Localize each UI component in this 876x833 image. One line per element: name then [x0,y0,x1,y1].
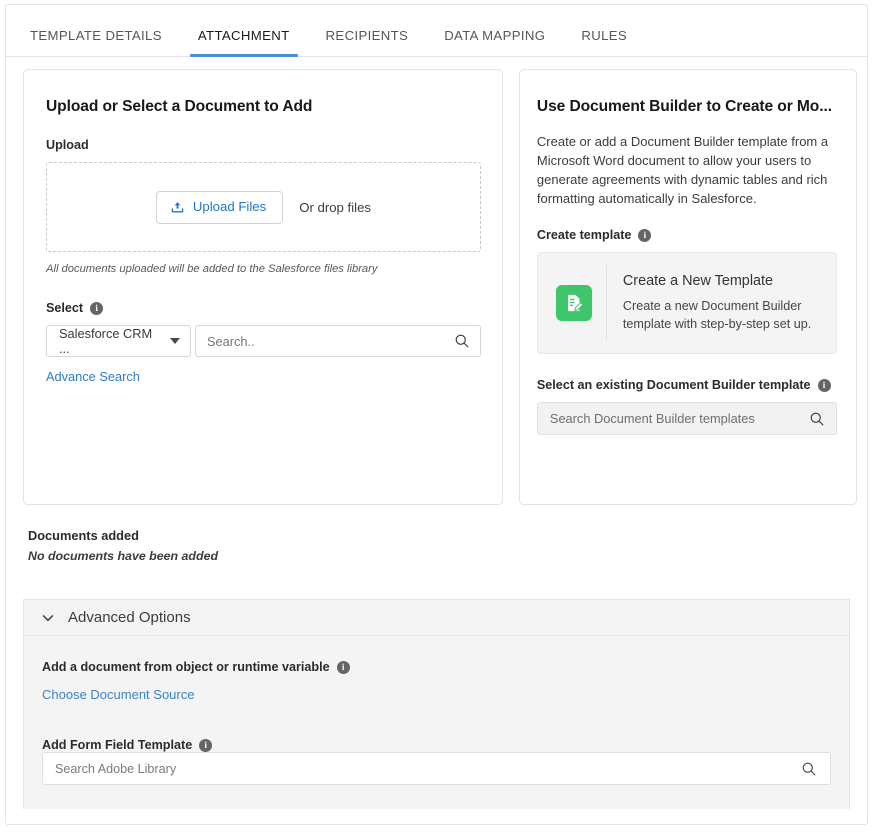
document-search-input[interactable] [207,334,454,349]
choose-document-source-link[interactable]: Choose Document Source [42,687,194,702]
upload-label-row: Upload [46,138,481,152]
tab-bar: TEMPLATE DETAILS ATTACHMENT RECIPIENTS D… [6,5,867,57]
create-template-label: Create template [537,228,632,242]
adobe-library-search-input[interactable] [55,762,801,776]
tile-title: Create a New Template [623,273,822,289]
chevron-down-icon [170,338,180,344]
doc-source-label-row: Add a document from object or runtime va… [42,660,831,674]
tile-subtitle: Create a new Document Builder template w… [623,297,822,333]
form-field-template-label-row: Add Form Field Template i [42,738,831,752]
tab-template-details[interactable]: TEMPLATE DETAILS [28,29,180,56]
magnifier-icon[interactable] [454,333,470,349]
tab-recipients[interactable]: RECIPIENTS [308,29,427,56]
tile-divider [606,265,607,341]
existing-template-label: Select an existing Document Builder temp… [537,378,811,392]
existing-template-search-field[interactable] [537,402,837,435]
upload-files-button[interactable]: Upload Files [156,191,283,224]
tab-attachment[interactable]: ATTACHMENT [180,29,308,56]
documents-added-title: Documents added [28,528,867,543]
existing-template-search-input[interactable] [550,411,809,426]
advanced-options-header[interactable]: Advanced Options [24,600,849,636]
document-builder-description: Create or add a Document Builder templat… [537,132,837,208]
upload-files-label: Upload Files [193,200,266,213]
adobe-library-search-field[interactable] [42,752,831,785]
select-row: Salesforce CRM ... [46,325,481,357]
advance-search-link[interactable]: Advance Search [46,369,140,384]
document-search-field[interactable] [195,325,481,357]
select-label-row: Select i [46,301,481,315]
attachment-page: TEMPLATE DETAILS ATTACHMENT RECIPIENTS D… [5,4,868,825]
magnifier-icon[interactable] [809,411,825,427]
advanced-options-title: Advanced Options [68,609,191,626]
create-template-label-row: Create template i [537,228,837,242]
advanced-options-body: Add a document from object or runtime va… [24,636,849,809]
advanced-options-section: Advanced Options Add a document from obj… [23,599,850,809]
document-builder-title: Use Document Builder to Create or Mo... [537,98,837,116]
upload-icon [170,200,185,215]
tab-data-mapping[interactable]: DATA MAPPING [426,29,563,56]
cards-row: Upload or Select a Document to Add Uploa… [6,57,867,505]
source-select-value: Salesforce CRM ... [59,326,164,356]
info-icon[interactable]: i [638,229,651,242]
document-edit-icon [556,285,592,321]
upload-note: All documents uploaded will be added to … [46,263,481,275]
file-dropzone[interactable]: Upload Files Or drop files [46,162,481,252]
tab-rules[interactable]: RULES [563,29,645,56]
upload-card-title: Upload or Select a Document to Add [46,98,481,116]
form-field-template-label: Add Form Field Template [42,738,192,752]
info-icon[interactable]: i [337,661,350,674]
chevron-down-icon [40,610,56,626]
magnifier-icon[interactable] [801,761,817,777]
documents-empty-text: No documents have been added [28,549,867,563]
info-icon[interactable]: i [90,302,103,315]
drop-files-text: Or drop files [299,200,371,215]
upload-label: Upload [46,138,89,152]
select-label: Select [46,301,83,315]
doc-source-label: Add a document from object or runtime va… [42,660,330,674]
document-builder-card: Use Document Builder to Create or Mo... … [519,69,857,505]
documents-added-section: Documents added No documents have been a… [6,505,867,563]
info-icon[interactable]: i [199,739,212,752]
tab-list: TEMPLATE DETAILS ATTACHMENT RECIPIENTS D… [28,5,867,56]
tile-text: Create a New Template Create a new Docum… [621,273,822,333]
upload-card: Upload or Select a Document to Add Uploa… [23,69,503,505]
create-new-template-tile[interactable]: Create a New Template Create a new Docum… [537,252,837,354]
info-icon[interactable]: i [818,379,831,392]
existing-template-label-row: Select an existing Document Builder temp… [537,378,837,392]
source-select[interactable]: Salesforce CRM ... [46,325,191,357]
